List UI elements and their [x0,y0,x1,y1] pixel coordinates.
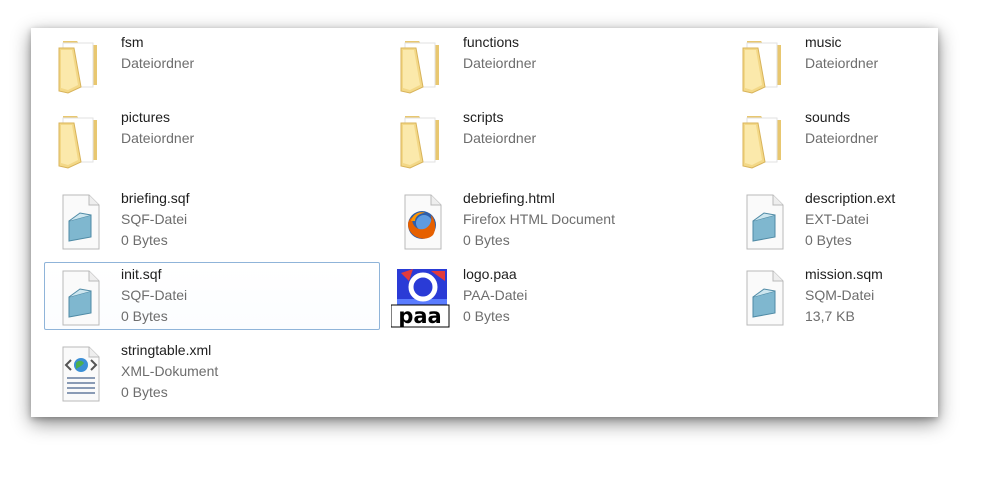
file-item-init-sqf[interactable]: init.sqf SQF-Datei 0 Bytes [44,262,380,330]
paa-image-icon: paa [391,267,450,328]
file-type: Dateiordner [463,130,537,146]
file-item-logo-paa[interactable]: paa logo.paa PAA-Datei 0 Bytes [386,262,722,330]
file-name: logo.paa [463,266,517,282]
file-item-briefing-sqf[interactable]: briefing.sqf SQF-Datei 0 Bytes [44,186,380,254]
file-size: 0 Bytes [463,232,510,248]
file-name: music [805,34,842,50]
folder-icon [395,35,447,95]
notepad-document-icon [53,267,105,327]
file-size: 0 Bytes [463,308,510,324]
folder-icon [53,35,105,95]
file-name: description.ext [805,190,896,206]
file-item-music[interactable]: music Dateiordner [728,30,928,98]
file-type: SQF-Datei [121,211,188,227]
file-item-stringtable-xml[interactable]: stringtable.xml XML-Dokument 0 Bytes [44,338,380,406]
file-item-debriefing-html[interactable]: debriefing.html Firefox HTML Document 0 … [386,186,722,254]
folder-icon [737,35,789,95]
file-size: 0 Bytes [121,232,168,248]
file-type: Dateiordner [805,130,879,146]
file-view-panel: fsm Dateiordner functions Dateiordner mu… [31,28,938,417]
notepad-document-icon [737,267,789,327]
file-type: PAA-Datei [463,287,528,303]
file-name: mission.sqm [805,266,883,282]
file-type: EXT-Datei [805,211,869,227]
file-type: SQM-Datei [805,287,875,303]
folder-icon [53,110,105,170]
file-name: init.sqf [121,266,162,282]
file-size: 13,7 KB [805,308,855,324]
paa-logo-text: paa [398,304,441,328]
file-item-functions[interactable]: functions Dateiordner [386,30,722,98]
file-size: 0 Bytes [805,232,852,248]
file-name: scripts [463,109,504,125]
file-name: fsm [121,34,144,50]
file-size: 0 Bytes [121,384,168,400]
file-name: stringtable.xml [121,342,212,358]
notepad-document-icon [737,191,789,251]
folder-icon [737,110,789,170]
file-size: 0 Bytes [121,308,168,324]
file-item-mission-sqm[interactable]: mission.sqm SQM-Datei 13,7 KB [728,262,928,330]
file-name: functions [463,34,520,50]
file-type: SQF-Datei [121,287,188,303]
file-name: briefing.sqf [121,190,190,206]
firefox-icon [395,191,447,251]
file-type: Dateiordner [463,55,537,71]
file-item-description-ext[interactable]: description.ext EXT-Datei 0 Bytes [728,186,928,254]
file-type: XML-Dokument [121,363,219,379]
notepad-document-icon [53,191,105,251]
file-item-scripts[interactable]: scripts Dateiordner [386,105,722,173]
file-name: debriefing.html [463,190,555,206]
file-name: pictures [121,109,171,125]
file-type: Firefox HTML Document [463,211,615,227]
folder-icon [395,110,447,170]
file-item-fsm[interactable]: fsm Dateiordner [44,30,380,98]
file-type: Dateiordner [121,130,195,146]
xml-document-icon [53,343,105,403]
file-type: Dateiordner [121,55,195,71]
file-name: sounds [805,109,851,125]
file-type: Dateiordner [805,55,879,71]
file-item-pictures[interactable]: pictures Dateiordner [44,105,380,173]
file-item-sounds[interactable]: sounds Dateiordner [728,105,928,173]
